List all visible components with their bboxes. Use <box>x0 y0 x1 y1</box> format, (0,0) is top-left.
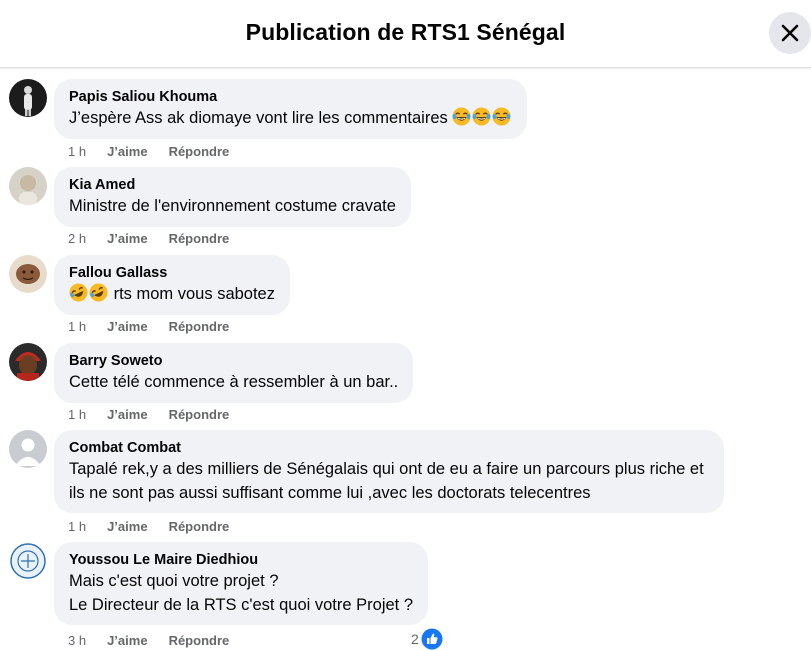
reply-button[interactable]: Répondre <box>169 144 230 160</box>
comment-time[interactable]: 3 h <box>68 633 86 649</box>
comment-bubble: Combat Combat Tapalé rek,y a des millier… <box>54 430 724 513</box>
reaction-summary[interactable]: 2 <box>411 628 443 650</box>
page-title: Publication de RTS1 Sénégal <box>245 19 566 45</box>
comment-bubble: Youssou Le Maire Diedhiou Mais c'est quo… <box>54 542 429 625</box>
comment-time[interactable]: 1 h <box>68 407 86 423</box>
comment-actions: 1 h J’aime Répondre <box>68 319 229 335</box>
avatar[interactable] <box>9 542 47 580</box>
rolling-laughing-emoji <box>89 283 108 302</box>
comment-text-line-1: Tapalé rek,y a des milliers de Sénégalai… <box>69 460 704 478</box>
comment-time[interactable]: 2 h <box>68 231 86 247</box>
comment-text: rts mom vous sabotez <box>69 282 275 306</box>
comment-line: J’espère Ass ak diomaye vont lire les co… <box>69 109 448 127</box>
like-button[interactable]: J’aime <box>107 407 147 423</box>
comment-bubble: Papis Saliou Khouma J’espère Ass ak diom… <box>54 79 528 139</box>
like-button[interactable]: J’aime <box>107 319 147 335</box>
comment-time[interactable]: 1 h <box>68 144 86 160</box>
close-icon <box>781 24 799 42</box>
reply-button[interactable]: Répondre <box>169 407 230 423</box>
reply-button[interactable]: Répondre <box>169 319 230 335</box>
like-button[interactable]: J’aime <box>107 231 147 247</box>
comment-text-line-2: Le Directeur de la RTS c'est quoi votre … <box>69 596 414 614</box>
comment-author[interactable]: Papis Saliou Khouma <box>69 88 512 106</box>
comment-time[interactable]: 1 h <box>68 319 86 335</box>
avatar[interactable] <box>9 255 47 293</box>
reaction-count: 2 <box>411 631 419 647</box>
comment-actions: 3 h J’aime Répondre <box>68 633 229 649</box>
laughing-crying-emoji <box>472 107 491 126</box>
laughing-crying-emoji <box>452 107 471 126</box>
avatar[interactable] <box>9 430 47 468</box>
comment-line: rts mom vous sabotez <box>113 285 275 303</box>
reply-button[interactable]: Répondre <box>169 633 230 649</box>
reply-button[interactable]: Répondre <box>169 231 230 247</box>
reply-button[interactable]: Répondre <box>169 519 230 535</box>
dialog-header: Publication de RTS1 Sénégal <box>0 0 811 68</box>
comment-actions: 2 h J’aime Répondre <box>68 231 229 247</box>
avatar[interactable] <box>9 79 47 117</box>
rolling-laughing-emoji <box>69 283 88 302</box>
comment-bubble: Fallou Gallass rts mom vous sabotez <box>54 255 290 315</box>
like-button[interactable]: J’aime <box>107 519 147 535</box>
comment-author[interactable]: Barry Soweto <box>69 352 398 370</box>
comment-text: Ministre de l'environnement costume crav… <box>69 197 396 215</box>
avatar[interactable] <box>9 167 47 205</box>
comment-actions: 1 h J’aime Répondre <box>68 144 229 160</box>
comment-bubble: Barry Soweto Cette télé commence à resse… <box>54 343 414 403</box>
comment-time[interactable]: 1 h <box>68 519 86 535</box>
close-button[interactable] <box>769 12 811 54</box>
comment-author[interactable]: Youssou Le Maire Diedhiou <box>69 551 413 569</box>
comment-text: Cette télé commence à ressembler à un ba… <box>69 373 399 391</box>
like-reaction-icon <box>421 628 443 650</box>
avatar[interactable] <box>9 343 47 381</box>
comment-author[interactable]: Fallou Gallass <box>69 264 275 282</box>
like-button[interactable]: J’aime <box>107 144 147 160</box>
laughing-crying-emoji <box>492 107 511 126</box>
comment-author[interactable]: Kia Amed <box>69 176 396 194</box>
comment-text-line-2: ils ne sont pas aussi suffisant comme lu… <box>69 484 591 502</box>
comment-actions: 1 h J’aime Répondre <box>68 407 229 423</box>
comment-bubble: Kia Amed Ministre de l'environnement cos… <box>54 167 411 227</box>
comment-text-line-1: Mais c'est quoi votre projet ? <box>69 572 279 590</box>
comment-author[interactable]: Combat Combat <box>69 439 704 457</box>
comment-text: J’espère Ass ak diomaye vont lire les co… <box>69 106 512 130</box>
comment-actions: 1 h J’aime Répondre <box>68 519 229 535</box>
like-button[interactable]: J’aime <box>107 633 147 649</box>
